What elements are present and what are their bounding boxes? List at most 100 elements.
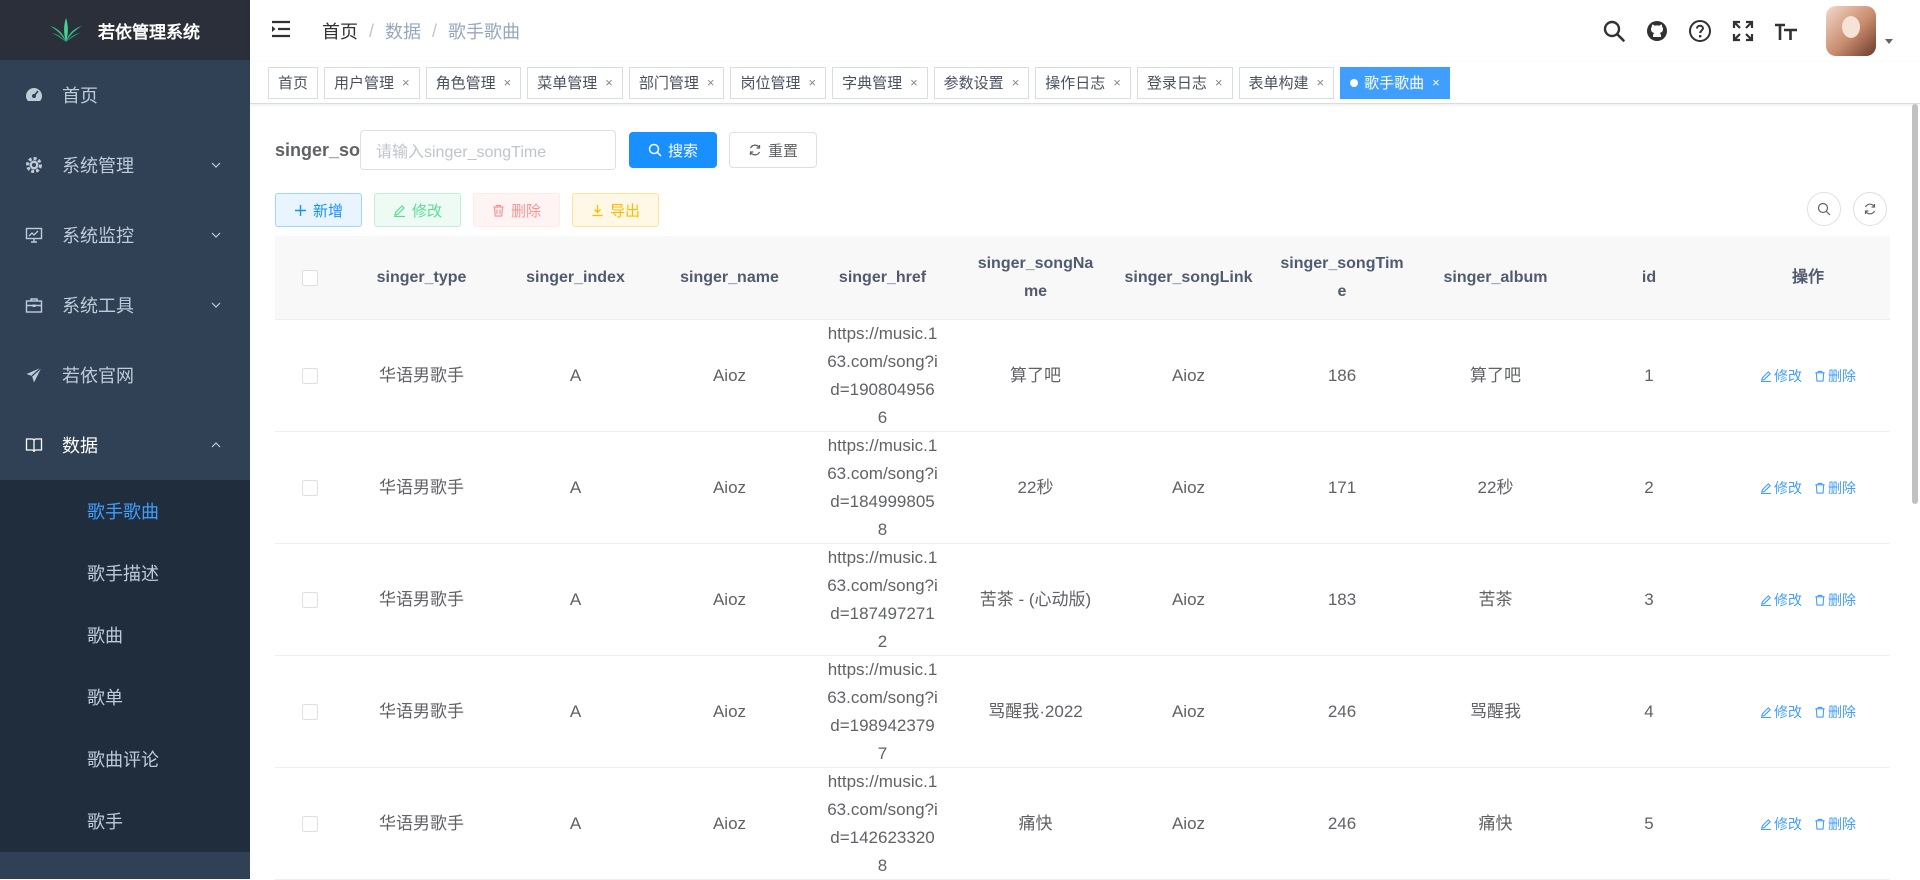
row-delete-link[interactable]: 删除	[1814, 362, 1856, 390]
export-button[interactable]: 导出	[572, 193, 660, 227]
github-icon[interactable]	[1644, 18, 1670, 44]
row-edit-link[interactable]: 修改	[1760, 586, 1802, 614]
row-checkbox[interactable]	[302, 591, 318, 608]
row-edit-label: 修改	[1774, 367, 1802, 384]
select-all-cell	[275, 236, 345, 319]
breadcrumb-current: 歌手歌曲	[448, 22, 521, 42]
row-checkbox[interactable]	[302, 703, 318, 720]
sidebar-item-song-comments[interactable]: 歌曲评论	[0, 728, 250, 790]
row-delete-label: 删除	[1828, 703, 1856, 720]
row-delete-link[interactable]: 删除	[1814, 698, 1856, 726]
help-icon[interactable]	[1687, 18, 1713, 44]
row-checkbox[interactable]	[302, 367, 318, 384]
edit-button[interactable]: 修改	[374, 193, 462, 227]
row-edit-link[interactable]: 修改	[1760, 362, 1802, 390]
close-icon[interactable]: ×	[1113, 75, 1121, 90]
edit-icon	[1760, 594, 1772, 606]
row-edit-link[interactable]: 修改	[1760, 698, 1802, 726]
tag-config[interactable]: 参数设置 ×	[933, 66, 1030, 99]
cell-singer-type: 华语男歌手	[379, 701, 464, 721]
refresh-table-button[interactable]	[1853, 192, 1887, 226]
cell-id: 2	[1644, 477, 1654, 497]
sidebar-item-data[interactable]: 数据	[0, 410, 250, 480]
row-delete-link[interactable]: 删除	[1814, 474, 1856, 502]
sidebar-item-playlists[interactable]: 歌单	[0, 666, 250, 728]
tag-menu-management[interactable]: 菜单管理 ×	[527, 66, 623, 99]
sidebar-item-monitor[interactable]: 系统监控	[0, 200, 250, 270]
breadcrumb-separator: /	[432, 20, 438, 41]
tag-dept-management[interactable]: 部门管理 ×	[628, 66, 725, 99]
tag-label: 首页	[278, 75, 309, 92]
sidebar-item-label: 数据	[62, 436, 98, 456]
sidebar-item-tools[interactable]: 系统工具	[0, 270, 250, 340]
cell-song-link: Aioz	[1171, 813, 1206, 833]
sidebar-item-singer-desc[interactable]: 歌手描述	[0, 542, 250, 604]
close-icon[interactable]: ×	[402, 75, 410, 90]
reset-button[interactable]: 重置	[729, 132, 818, 168]
cell-song-time: 171	[1327, 477, 1357, 497]
tag-dict-management[interactable]: 字典管理 ×	[832, 66, 928, 99]
row-delete-label: 删除	[1828, 815, 1856, 832]
select-all-checkbox[interactable]	[302, 269, 318, 286]
hamburger-icon[interactable]	[270, 18, 292, 40]
close-icon[interactable]: ×	[808, 75, 816, 90]
sidebar-item-singer-songs[interactable]: 歌手歌曲	[0, 480, 250, 542]
row-checkbox[interactable]	[302, 815, 318, 832]
cell-song-link: Aioz	[1171, 701, 1206, 721]
close-icon[interactable]: ×	[605, 75, 613, 90]
close-icon[interactable]: ×	[707, 75, 715, 90]
close-icon[interactable]: ×	[504, 75, 512, 90]
page-scrollbar[interactable]	[1912, 104, 1918, 504]
close-icon[interactable]: ×	[1215, 75, 1223, 90]
sidebar-item-home[interactable]: 首页	[0, 60, 250, 130]
breadcrumb-home[interactable]: 首页	[322, 18, 358, 44]
sidebar-item-songs[interactable]: 歌曲	[0, 604, 250, 666]
row-edit-link[interactable]: 修改	[1760, 810, 1802, 838]
sidebar-item-system[interactable]: 系统管理	[0, 130, 250, 200]
font-size-icon[interactable]	[1773, 18, 1799, 44]
close-icon[interactable]: ×	[1012, 75, 1020, 90]
tag-form-build[interactable]: 表单构建 ×	[1238, 66, 1335, 99]
book-icon	[24, 435, 44, 455]
cell-singer-index: A	[569, 701, 582, 721]
toggle-search-button[interactable]	[1807, 192, 1841, 226]
cell-song-link: Aioz	[1171, 365, 1206, 385]
tag-role-management[interactable]: 角色管理 ×	[425, 66, 522, 99]
close-icon[interactable]: ×	[1317, 75, 1325, 90]
row-delete-link[interactable]: 删除	[1814, 586, 1856, 614]
add-button[interactable]: 新增	[275, 193, 363, 227]
cell-song-time: 246	[1327, 813, 1357, 833]
fullscreen-icon[interactable]	[1730, 18, 1756, 44]
tag-operlog[interactable]: 操作日志 ×	[1035, 66, 1131, 99]
sidebar-item-singers[interactable]: 歌手	[0, 790, 250, 852]
breadcrumb: 首页 / 数据 / 歌手歌曲	[322, 0, 520, 62]
logo[interactable]: 若依管理系统	[0, 0, 250, 60]
row-edit-label: 修改	[1774, 815, 1802, 832]
close-icon[interactable]: ×	[910, 75, 918, 90]
tag-home[interactable]: 首页	[268, 66, 319, 99]
cell-song-time: 186	[1327, 365, 1357, 385]
search-icon	[648, 143, 662, 157]
row-edit-label: 修改	[1774, 479, 1802, 496]
row-delete-label: 删除	[1828, 591, 1856, 608]
cell-singer-type: 华语男歌手	[379, 477, 464, 497]
column-header: singer_href	[838, 268, 927, 286]
tag-post-management[interactable]: 岗位管理 ×	[730, 66, 827, 99]
delete-button[interactable]: 删除	[473, 193, 561, 227]
close-icon[interactable]: ×	[1432, 75, 1440, 90]
row-delete-link[interactable]: 删除	[1814, 810, 1856, 838]
navbar: 首页 / 数据 / 歌手歌曲	[250, 0, 1920, 62]
search-input[interactable]: 请输入singer_songTime	[360, 130, 616, 170]
avatar[interactable]	[1826, 6, 1876, 56]
chevron-down-icon	[211, 232, 221, 238]
tag-singer-songs[interactable]: 歌手歌曲 ×	[1340, 66, 1450, 99]
tag-user-management[interactable]: 用户管理 ×	[324, 66, 420, 99]
sidebar-item-website[interactable]: 若依官网	[0, 340, 250, 410]
tag-logininfor[interactable]: 登录日志 ×	[1136, 66, 1233, 99]
search-icon[interactable]	[1601, 18, 1627, 44]
row-edit-link[interactable]: 修改	[1760, 474, 1802, 502]
row-checkbox[interactable]	[302, 479, 318, 496]
column-header: singer_songLink	[1124, 268, 1253, 286]
caret-down-icon[interactable]	[1884, 36, 1894, 46]
search-button[interactable]: 搜索	[629, 132, 718, 168]
